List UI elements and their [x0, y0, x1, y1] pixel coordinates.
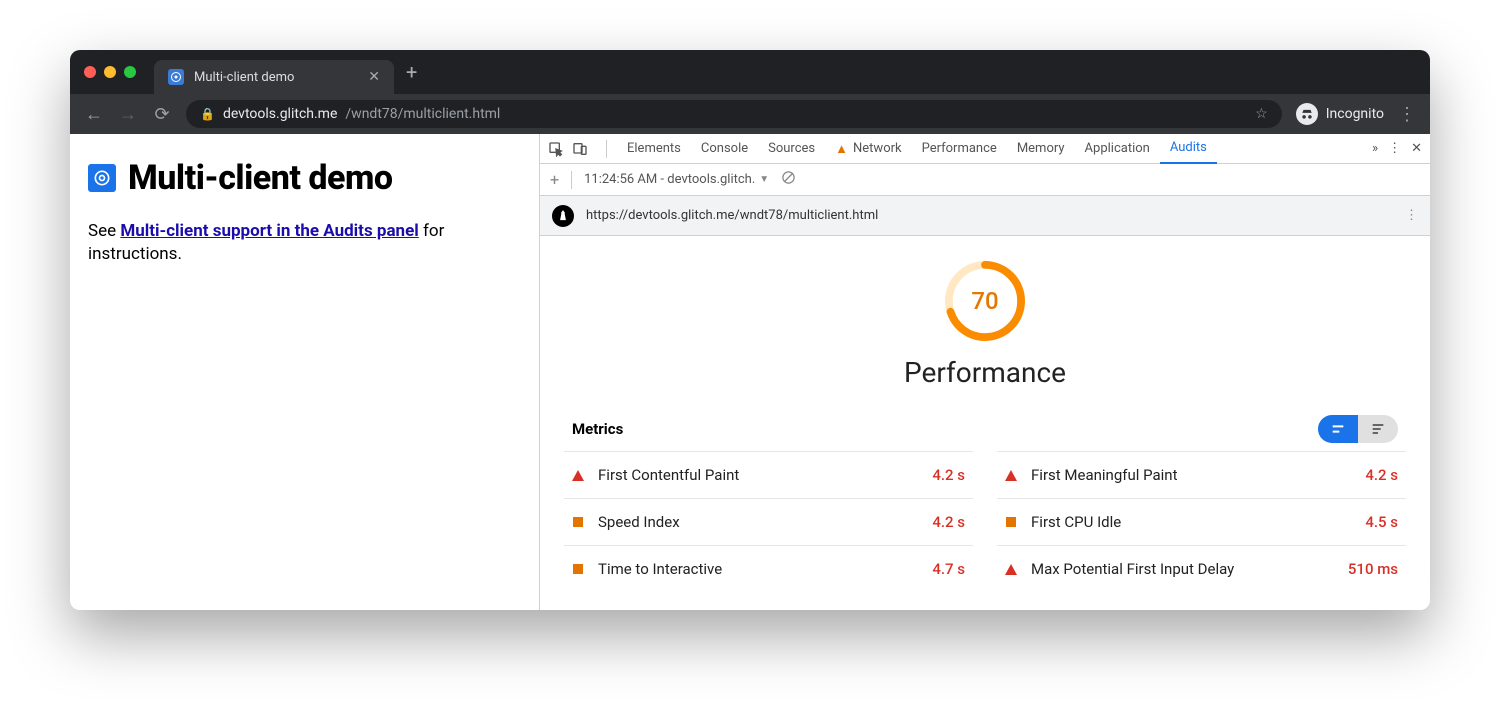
separator [571, 171, 572, 189]
metrics-grid: First Contentful Paint 4.2 s Speed Index… [564, 451, 1406, 592]
tab-network[interactable]: ▲Network [825, 134, 911, 164]
tab-audits[interactable]: Audits [1160, 134, 1217, 164]
devtools-menu-icon[interactable]: ⋮ [1388, 141, 1401, 156]
metric-row[interactable]: Speed Index 4.2 s [564, 498, 973, 545]
metrics-header: Metrics [564, 415, 1406, 443]
incognito-icon [1296, 103, 1318, 125]
devtools-tab-bar: Elements Console Sources ▲Network Perfor… [540, 134, 1430, 164]
browser-tab[interactable]: Multi-client demo ✕ [154, 60, 394, 94]
tab-memory[interactable]: Memory [1007, 134, 1075, 164]
tab-close-icon[interactable]: ✕ [368, 69, 380, 85]
url-host: devtools.glitch.me [223, 106, 337, 122]
metric-row[interactable]: First Meaningful Paint 4.2 s [997, 451, 1406, 498]
metric-row[interactable]: First CPU Idle 4.5 s [997, 498, 1406, 545]
window-close-button[interactable] [84, 66, 96, 78]
reload-button[interactable]: ⟳ [152, 104, 172, 125]
address-bar[interactable]: 🔒 devtools.glitch.me/wndt78/multiclient.… [186, 100, 1282, 128]
page-content: Multi-client demo See Multi-client suppo… [70, 134, 540, 610]
content-area: Multi-client demo See Multi-client suppo… [70, 134, 1430, 610]
metric-name: Speed Index [598, 513, 918, 531]
tab-elements[interactable]: Elements [617, 134, 691, 164]
page-logo-icon [88, 164, 116, 192]
metric-value: 4.7 s [932, 560, 965, 578]
browser-toolbar: ← → ⟳ 🔒 devtools.glitch.me/wndt78/multic… [70, 94, 1430, 134]
gauge: 70 [942, 258, 1028, 344]
forward-button[interactable]: → [118, 104, 138, 125]
intro-link[interactable]: Multi-client support in the Audits panel [120, 221, 418, 241]
devtools-close-icon[interactable]: ✕ [1411, 141, 1422, 156]
audit-url-bar: https://devtools.glitch.me/wndt78/multic… [540, 196, 1430, 236]
toggle-compact-button[interactable] [1318, 415, 1358, 443]
favicon-icon [168, 69, 184, 85]
bookmark-star-icon[interactable]: ☆ [1255, 106, 1268, 122]
page-intro: See Multi-client support in the Audits p… [88, 220, 521, 266]
metric-value: 4.2 s [1365, 466, 1398, 484]
back-button[interactable]: ← [84, 104, 104, 125]
tab-sources[interactable]: Sources [758, 134, 825, 164]
audits-toolbar: + 11:24:56 AM - devtools.glitch. ▼ [540, 164, 1430, 196]
severity-square-icon [1005, 516, 1017, 528]
severity-square-icon [572, 516, 584, 528]
metric-name: First Meaningful Paint [1031, 466, 1351, 484]
window-minimize-button[interactable] [104, 66, 116, 78]
chevron-down-icon: ▼ [759, 174, 769, 185]
lighthouse-icon [552, 205, 574, 227]
clear-button[interactable] [781, 170, 796, 189]
metric-name: First CPU Idle [1031, 513, 1351, 531]
tab-performance[interactable]: Performance [912, 134, 1007, 164]
url-path: /wndt78/multiclient.html [345, 106, 500, 122]
toggle-detailed-button[interactable] [1358, 415, 1398, 443]
audit-body: 70 Performance Metrics [540, 236, 1430, 610]
metric-row[interactable]: First Contentful Paint 4.2 s [564, 451, 973, 498]
page-title: Multi-client demo [128, 158, 393, 198]
browser-tab-bar: Multi-client demo ✕ + [70, 50, 1430, 94]
gauge-title: Performance [904, 356, 1066, 389]
metrics-view-toggle [1318, 415, 1398, 443]
metric-value: 4.2 s [932, 466, 965, 484]
gauge-score: 70 [942, 258, 1028, 344]
more-tabs-icon[interactable]: » [1372, 141, 1378, 156]
metrics-label: Metrics [572, 420, 623, 438]
severity-triangle-icon [1005, 563, 1017, 575]
severity-square-icon [572, 563, 584, 575]
new-audit-button[interactable]: + [550, 170, 559, 189]
severity-triangle-icon [572, 469, 584, 481]
tab-title: Multi-client demo [194, 70, 358, 85]
metric-value: 4.2 s [932, 513, 965, 531]
metric-value: 510 ms [1348, 560, 1398, 578]
browser-window: Multi-client demo ✕ + ← → ⟳ 🔒 devtools.g… [70, 50, 1430, 610]
metric-value: 4.5 s [1365, 513, 1398, 531]
window-controls [84, 66, 136, 78]
lock-icon: 🔒 [200, 107, 215, 121]
warning-icon: ▲ [835, 141, 848, 157]
tab-console[interactable]: Console [691, 134, 758, 164]
devtools-panel: Elements Console Sources ▲Network Perfor… [540, 134, 1430, 610]
metric-row[interactable]: Time to Interactive 4.7 s [564, 545, 973, 592]
separator [606, 140, 607, 158]
metric-name: Time to Interactive [598, 560, 918, 578]
page-header: Multi-client demo [88, 158, 521, 198]
incognito-badge[interactable]: Incognito [1296, 103, 1384, 125]
tab-application[interactable]: Application [1075, 134, 1160, 164]
metric-name: Max Potential First Input Delay [1031, 560, 1334, 578]
metric-row[interactable]: Max Potential First Input Delay 510 ms [997, 545, 1406, 592]
audit-url: https://devtools.glitch.me/wndt78/multic… [586, 208, 878, 223]
browser-menu-button[interactable]: ⋮ [1398, 104, 1416, 125]
severity-triangle-icon [1005, 469, 1017, 481]
audit-more-icon[interactable]: ⋮ [1405, 208, 1418, 223]
metric-name: First Contentful Paint [598, 466, 918, 484]
inspect-icon[interactable] [548, 141, 564, 157]
audit-run-selector[interactable]: 11:24:56 AM - devtools.glitch. ▼ [584, 172, 769, 187]
incognito-label: Incognito [1326, 106, 1384, 122]
intro-prefix: See [88, 221, 120, 241]
performance-gauge: 70 Performance [564, 258, 1406, 389]
audit-run-label: 11:24:56 AM - devtools.glitch. [584, 172, 755, 187]
window-zoom-button[interactable] [124, 66, 136, 78]
device-toggle-icon[interactable] [572, 141, 588, 157]
new-tab-button[interactable]: + [406, 50, 417, 94]
